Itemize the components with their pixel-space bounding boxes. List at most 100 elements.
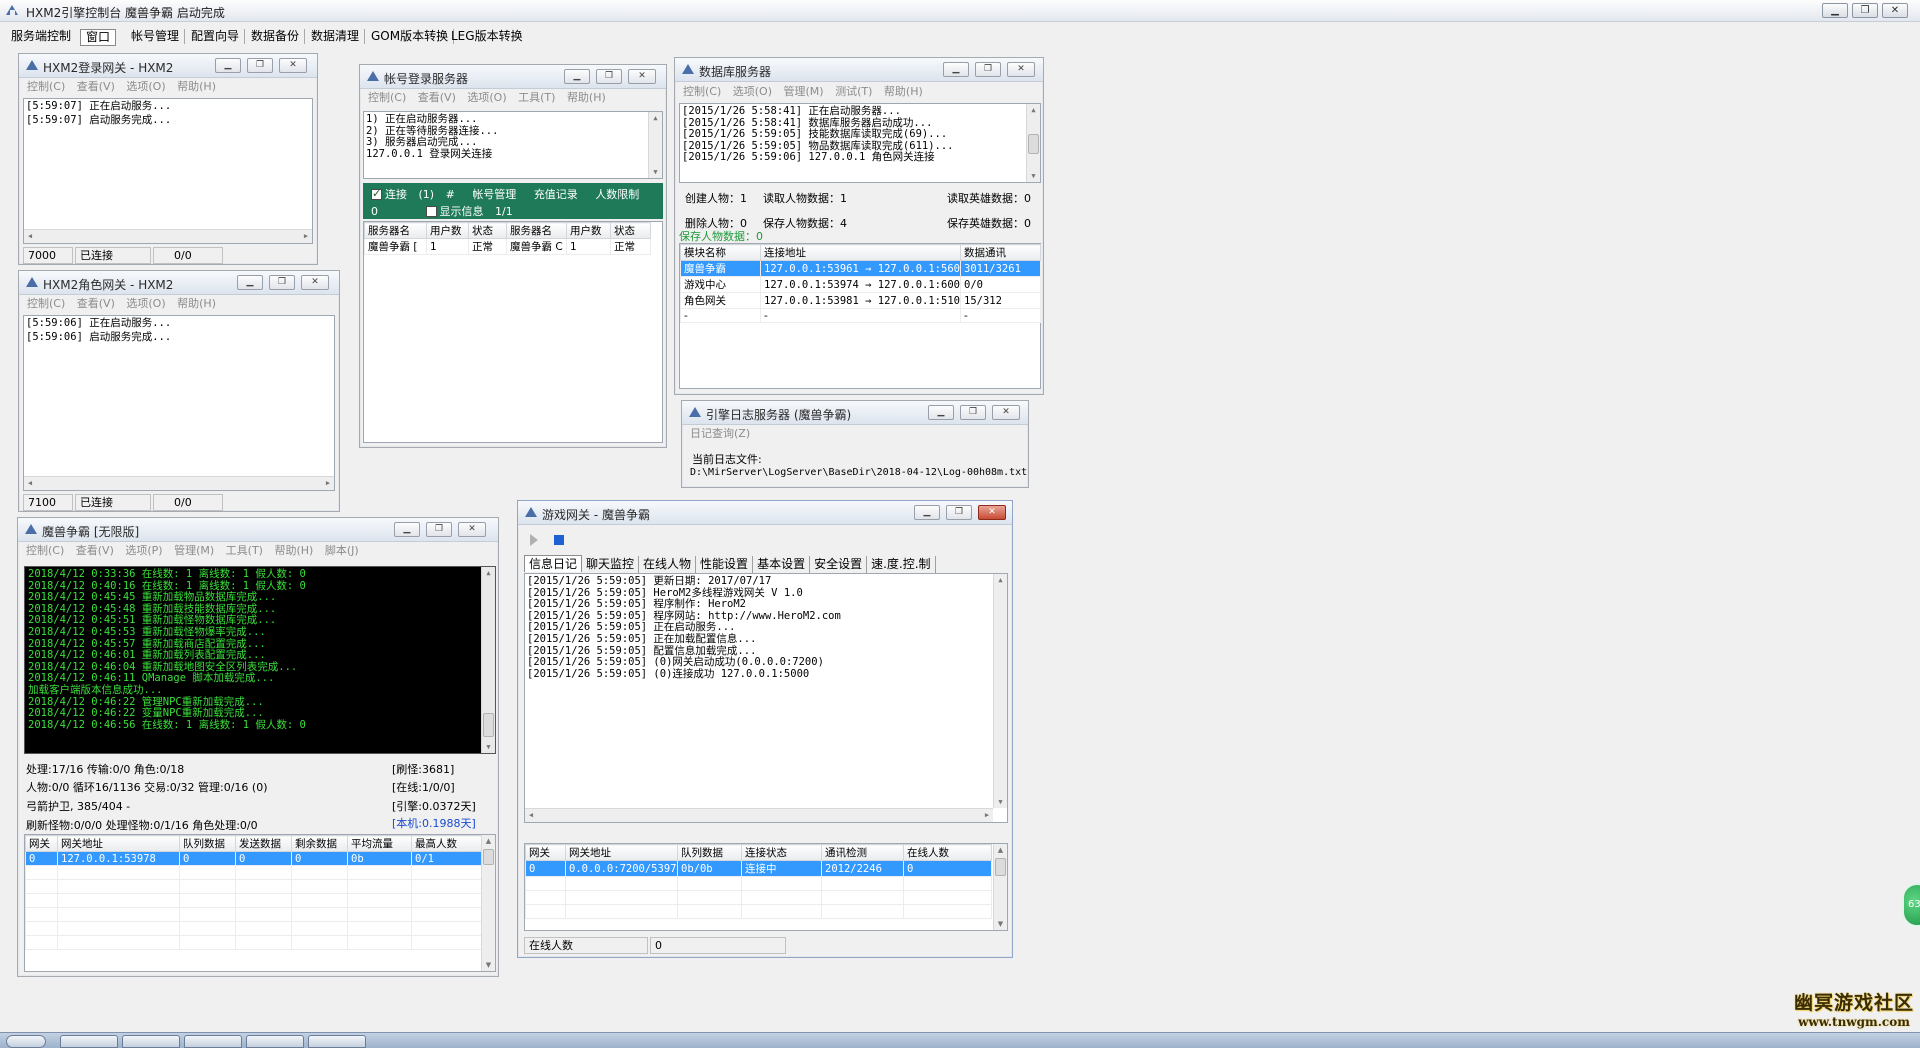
game-gate-minimize-button[interactable]: ▁ — [914, 505, 940, 520]
account-restore-button[interactable]: ❐ — [596, 69, 622, 84]
m2-menu-control[interactable]: 控制(C) — [26, 543, 64, 559]
table-row[interactable]: 0 127.0.0.1:53978 0 0 0 0b 0/1 — [25, 851, 482, 866]
col-remain-data[interactable]: 剩余数据 — [291, 835, 348, 852]
menu-gom-convert[interactable]: GOM版本转换 — [366, 29, 455, 44]
col-server-name[interactable]: 服务器名 — [364, 222, 427, 239]
tab-security[interactable]: 安全设置 — [810, 556, 868, 573]
role-gate-menu-options[interactable]: 选项(O) — [126, 296, 165, 312]
table-row[interactable] — [525, 876, 992, 891]
col-conn-address[interactable]: 连接地址 — [760, 244, 961, 261]
account-menu-control[interactable]: 控制(C) — [368, 90, 406, 106]
table-row[interactable] — [25, 879, 482, 894]
table-row[interactable] — [25, 935, 482, 950]
col-send-data[interactable]: 发送数据 — [235, 835, 292, 852]
tab-basic-settings[interactable]: 基本设置 — [753, 556, 811, 573]
role-gate-close-button[interactable]: ✕ — [301, 275, 329, 290]
col-max-users[interactable]: 最高人数 — [411, 835, 482, 852]
col-server-name-2[interactable]: 服务器名 — [506, 222, 567, 239]
db-restore-button[interactable]: ❐ — [975, 62, 1001, 77]
stop-icon[interactable] — [554, 535, 564, 545]
game-gate-table-scrollbar[interactable]: ▲ ▼ — [993, 844, 1007, 930]
role-gate-menu-view[interactable]: 查看(V) — [77, 296, 115, 312]
col-module-name[interactable]: 模块名称 — [680, 244, 761, 261]
account-manage-button[interactable]: 帐号管理 — [472, 188, 516, 201]
login-gate-restore-button[interactable]: ❐ — [247, 58, 273, 73]
start-button[interactable] — [6, 1035, 46, 1048]
table-row[interactable] — [525, 904, 992, 919]
log-server-restore-button[interactable]: ❐ — [960, 405, 986, 420]
col-gate-address[interactable]: 网关地址 — [57, 835, 180, 852]
table-row[interactable]: - - - — [680, 308, 1041, 323]
col-conn-status[interactable]: 连接状态 — [741, 844, 822, 861]
game-gate-restore-button[interactable]: ❐ — [946, 505, 972, 520]
db-close-button[interactable]: ✕ — [1007, 62, 1035, 77]
login-gate-menu-control[interactable]: 控制(C) — [27, 79, 65, 95]
m2-menu-manage[interactable]: 管理(M) — [174, 543, 214, 559]
db-menu-options[interactable]: 选项(O) — [733, 84, 772, 100]
menu-data-backup[interactable]: 数据备份 — [246, 29, 306, 44]
login-gate-menu-options[interactable]: 选项(O) — [126, 79, 165, 95]
menu-window[interactable]: 窗口 — [80, 29, 117, 46]
table-row[interactable] — [25, 893, 482, 908]
col-data-comm[interactable]: 数据通讯 — [960, 244, 1041, 261]
minimize-button[interactable]: ▁ — [1822, 3, 1848, 18]
m2-menu-view[interactable]: 查看(V) — [76, 543, 114, 559]
log-server-close-button[interactable]: ✕ — [992, 405, 1020, 420]
m2-menu-tools[interactable]: 工具(T) — [226, 543, 263, 559]
m2-menu-help[interactable]: 帮助(H) — [274, 543, 313, 559]
col-queue-data[interactable]: 队列数据 — [179, 835, 236, 852]
account-close-button[interactable]: ✕ — [628, 69, 656, 84]
tab-online-players[interactable]: 在线人物 — [639, 556, 697, 573]
game-gate-log-vscroll[interactable]: ▲ ▼ — [993, 574, 1007, 808]
table-row[interactable]: 角色网关 127.0.0.1:53981 → 127.0.0.1:5100 15… — [680, 292, 1041, 309]
col-gate[interactable]: 网关 — [25, 835, 58, 852]
close-button[interactable]: ✕ — [1882, 3, 1908, 18]
restore-button[interactable]: ❐ — [1852, 3, 1878, 18]
login-gate-menu-help[interactable]: 帮助(H) — [177, 79, 216, 95]
login-gate-hscroll[interactable]: ◀ ▶ — [24, 229, 312, 243]
col-status[interactable]: 状态 — [468, 222, 507, 239]
db-minimize-button[interactable]: ▁ — [943, 62, 969, 77]
role-gate-restore-button[interactable]: ❐ — [269, 275, 295, 290]
m2-minimize-button[interactable]: ▁ — [394, 522, 420, 537]
db-menu-test[interactable]: 测试(T) — [835, 84, 872, 100]
connect-checkbox[interactable] — [371, 187, 382, 200]
m2-close-button[interactable]: ✕ — [458, 522, 486, 537]
floating-badge[interactable]: 63 — [1902, 883, 1920, 927]
table-row[interactable]: 游戏中心 127.0.0.1:53974 → 127.0.0.1:6000 0/… — [680, 276, 1041, 293]
m2-restore-button[interactable]: ❐ — [426, 522, 452, 537]
account-log-scrollbar[interactable]: ▲ ▼ — [648, 112, 662, 178]
db-menu-help[interactable]: 帮助(H) — [884, 84, 923, 100]
log-server-menu-query[interactable]: 日记查询(Z) — [690, 426, 750, 442]
game-gate-log-hscroll[interactable]: ◀ ▶ — [525, 808, 993, 822]
m2-gate-scrollbar[interactable]: ▲ ▼ — [481, 835, 495, 971]
tab-performance[interactable]: 性能设置 — [696, 556, 754, 573]
col-online-count[interactable]: 在线人数 — [903, 844, 992, 861]
db-menu-control[interactable]: 控制(C) — [683, 84, 721, 100]
login-gate-close-button[interactable]: ✕ — [279, 58, 307, 73]
taskbar-item[interactable] — [184, 1035, 242, 1048]
m2-menu-options[interactable]: 选项(P) — [125, 543, 162, 559]
tab-chat-monitor[interactable]: 聊天监控 — [582, 556, 640, 573]
role-gate-menu-help[interactable]: 帮助(H) — [177, 296, 216, 312]
col-user-count[interactable]: 用户数 — [426, 222, 469, 239]
col-user-count-2[interactable]: 用户数 — [566, 222, 611, 239]
user-limit-button[interactable]: 人数限制 — [595, 188, 639, 201]
play-icon[interactable] — [530, 534, 538, 546]
log-server-minimize-button[interactable]: ▁ — [928, 405, 954, 420]
game-gate-close-button[interactable]: ✕ — [978, 505, 1006, 520]
taskbar-item[interactable] — [246, 1035, 304, 1048]
role-gate-menu-control[interactable]: 控制(C) — [27, 296, 65, 312]
menu-account[interactable]: 帐号管理 — [126, 29, 186, 44]
col-gate-address[interactable]: 网关地址 — [565, 844, 678, 861]
col-avg-traffic[interactable]: 平均流量 — [347, 835, 412, 852]
menu-config-wizard[interactable]: 配置向导 — [186, 29, 246, 44]
m2-log-scrollbar[interactable]: ▲ ▼ — [481, 567, 495, 753]
account-menu-view[interactable]: 查看(V) — [418, 90, 456, 106]
recharge-record-button[interactable]: 充值记录 — [534, 188, 578, 201]
taskbar-item[interactable] — [60, 1035, 118, 1048]
account-menu-tools[interactable]: 工具(T) — [518, 90, 555, 106]
role-gate-hscroll[interactable]: ◀ ▶ — [24, 476, 334, 490]
taskbar-item[interactable] — [122, 1035, 180, 1048]
menu-server-control[interactable]: 服务端控制 — [6, 29, 76, 44]
